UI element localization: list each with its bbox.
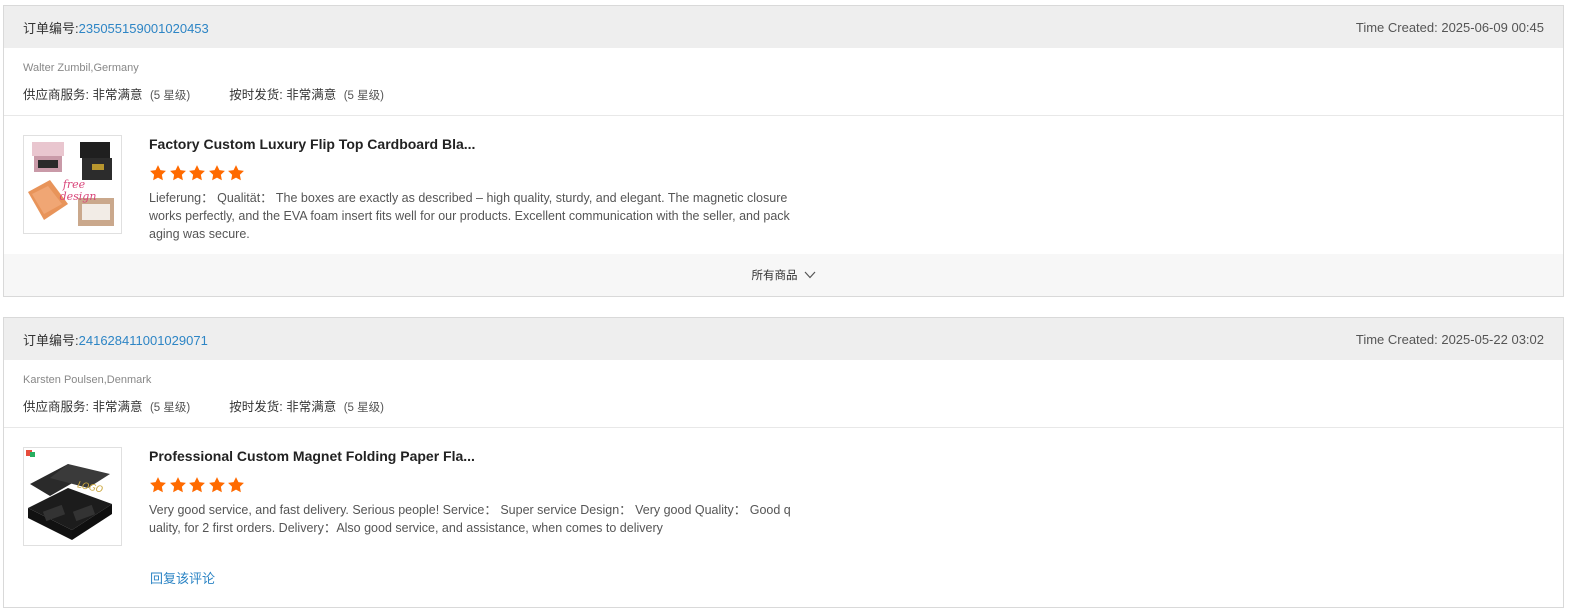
supplier-service-value: 非常满意: [92, 88, 143, 102]
order-id: 订单编号:241628411001029071: [23, 330, 208, 349]
order-id: 订单编号:235055159001020453: [23, 18, 209, 37]
product-info: Factory Custom Luxury Flip Top Cardboard…: [149, 135, 794, 243]
star-icon: [169, 164, 187, 182]
star-icon: [208, 476, 226, 494]
reply-review-link[interactable]: 回复该评论: [150, 568, 215, 587]
star-icon: [227, 164, 245, 182]
all-products-toggle[interactable]: 所有商品: [4, 254, 1563, 296]
order-number-label: 订单编号:: [23, 332, 79, 348]
supplier-service-label: 供应商服务:: [23, 400, 89, 414]
buyer-info: Walter Zumbil,Germany 供应商服务: 非常满意 (5 星级)…: [4, 48, 1563, 116]
star-icon: [227, 476, 245, 494]
order-number-label: 订单编号:: [23, 20, 79, 36]
supplier-service-label: 供应商服务:: [23, 88, 89, 102]
supplier-service-rating: 供应商服务: 非常满意 (5 星级): [23, 396, 190, 415]
review-text: Lieferung： Qualität： The boxes are exact…: [149, 191, 790, 241]
product-image[interactable]: LOGO: [23, 447, 122, 546]
product-title[interactable]: Factory Custom Luxury Flip Top Cardboard…: [149, 135, 794, 153]
on-time-label: 按时发货:: [229, 88, 283, 102]
order-number-link[interactable]: 241628411001029071: [79, 333, 208, 348]
order-header: 订单编号:235055159001020453 Time Created: 20…: [4, 6, 1563, 48]
product-row: LOGO Professional Custom Magnet Folding …: [4, 428, 1563, 546]
on-time-level: (5 星级): [343, 90, 384, 102]
supplier-service-value: 非常满意: [92, 400, 143, 414]
buyer-name: Walter Zumbil,Germany: [23, 62, 139, 74]
order-card: 订单编号:241628411001029071 Time Created: 20…: [3, 317, 1564, 608]
ratings: 供应商服务: 非常满意 (5 星级) 按时发货: 非常满意 (5 星级): [23, 84, 1544, 103]
order-header: 订单编号:241628411001029071 Time Created: 20…: [4, 318, 1563, 360]
supplier-service-level: (5 星级): [149, 402, 191, 414]
on-time-rating: 按时发货: 非常满意 (5 星级): [229, 396, 384, 415]
time-created: Time Created: 2025-05-22 03:02: [1355, 331, 1544, 347]
ratings: 供应商服务: 非常满意 (5 星级) 按时发货: 非常满意 (5 星级): [23, 396, 1544, 415]
on-time-label: 按时发货:: [229, 400, 283, 414]
product-title[interactable]: Professional Custom Magnet Folding Paper…: [149, 447, 794, 465]
star-rating: [149, 476, 794, 494]
product-info: Professional Custom Magnet Folding Paper…: [149, 447, 794, 546]
on-time-level: (5 星级): [343, 402, 384, 414]
star-icon: [169, 476, 187, 494]
review-text: Very good service, and fast delivery. Se…: [149, 503, 791, 535]
order-card: 订单编号:235055159001020453 Time Created: 20…: [3, 5, 1564, 297]
star-rating: [149, 164, 794, 182]
all-products-label: 所有商品: [751, 270, 798, 282]
on-time-value: 非常满意: [286, 400, 337, 414]
star-icon: [208, 164, 226, 182]
on-time-rating: 按时发货: 非常满意 (5 星级): [229, 84, 384, 103]
product-row: free design Factory Custom Luxury Flip T…: [4, 116, 1563, 243]
buyer-info: Karsten Poulsen,Denmark 供应商服务: 非常满意 (5 星…: [4, 360, 1563, 428]
star-icon: [149, 164, 167, 182]
time-created: Time Created: 2025-06-09 00:45: [1355, 19, 1544, 35]
star-icon: [188, 476, 206, 494]
supplier-service-rating: 供应商服务: 非常满意 (5 星级): [23, 84, 190, 103]
on-time-value: 非常满意: [286, 88, 337, 102]
buyer-name: Karsten Poulsen,Denmark: [23, 374, 152, 386]
svg-text:design: design: [60, 190, 97, 203]
chevron-down-icon: [804, 271, 815, 279]
supplier-service-level: (5 星级): [149, 90, 191, 102]
star-icon: [188, 164, 206, 182]
product-image[interactable]: free design: [23, 135, 122, 234]
order-number-link[interactable]: 235055159001020453: [79, 21, 209, 36]
star-icon: [149, 476, 167, 494]
